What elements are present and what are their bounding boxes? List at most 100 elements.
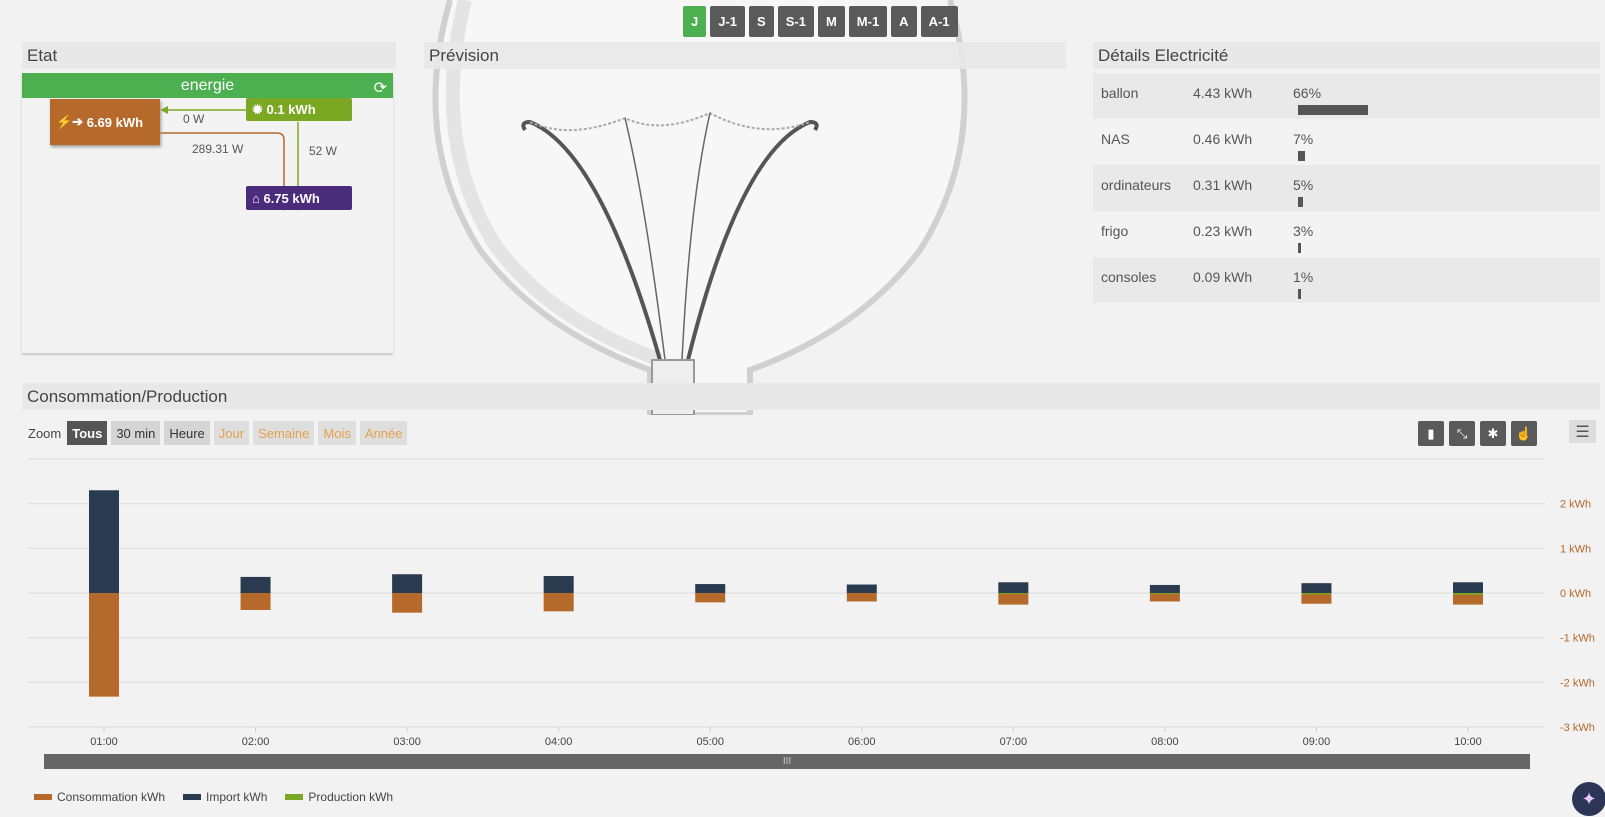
assistant-sparkle-icon[interactable]: ✦	[1572, 782, 1605, 816]
consommation-bar[interactable]	[846, 593, 877, 602]
zoom-button: Mois	[318, 421, 356, 445]
hand-pointer-icon[interactable]: ☝	[1511, 421, 1537, 446]
flow-solar-home-label: 52 W	[309, 144, 338, 158]
production-bar[interactable]	[1149, 593, 1180, 594]
period-selector: J J-1 S S-1 M M-1 A A-1	[683, 6, 958, 37]
chart-legend: Consommation kWh Import kWh Production kWh	[34, 790, 393, 804]
home-icon: ⌂	[252, 190, 264, 206]
detail-percent: 7%	[1293, 131, 1493, 161]
consommation-bar[interactable]	[240, 593, 271, 610]
detail-name: frigo	[1101, 223, 1129, 239]
consommation-bar[interactable]	[89, 593, 119, 697]
y-tick-label: -1 kWh	[1560, 633, 1595, 645]
solar-node: ✹ 0.1 kWh	[246, 98, 352, 121]
conso-production-chart: 2 kWh 1 kWh 0 kWh -1 kWh -2 kWh -3 kWh 01:00 02…	[28, 458, 1595, 748]
chart-navigator-scrollbar[interactable]: III	[44, 754, 1530, 769]
period-button-s[interactable]: S	[749, 6, 774, 37]
period-button-j-1[interactable]: J-1	[710, 6, 746, 37]
import-bar[interactable]	[695, 584, 726, 593]
consommation-bar[interactable]	[543, 593, 574, 612]
x-tick-label: 06:00	[848, 736, 876, 748]
detail-bar	[1298, 105, 1368, 115]
legend-item[interactable]: Consommation kWh	[34, 790, 165, 804]
detail-name: ordinateurs	[1101, 177, 1172, 193]
detail-percent-label: 1%	[1293, 269, 1314, 285]
detail-row: NAS 0.46 kWh 7%	[1093, 119, 1600, 165]
import-bar[interactable]	[543, 576, 574, 593]
consommation-bar[interactable]	[392, 593, 423, 613]
detail-percent-label: 5%	[1293, 177, 1314, 193]
period-button-s-1[interactable]: S-1	[777, 6, 814, 37]
conso-title: Consommation/Production	[22, 383, 1600, 410]
detail-name: NAS	[1101, 131, 1130, 147]
period-button-m-1[interactable]: M-1	[848, 6, 888, 37]
flow-solar-grid-label: 0 W	[183, 112, 205, 126]
period-button-a-1[interactable]: A-1	[920, 6, 958, 37]
y-tick-label: -2 kWh	[1560, 677, 1595, 689]
chart-tools: ▮ ⤡ ✱ ☝	[1418, 421, 1537, 446]
x-tick-label: 03:00	[393, 736, 421, 748]
bolt-arrow-icon: ⚡➔	[56, 114, 87, 129]
import-bar[interactable]	[998, 582, 1029, 593]
legend-item[interactable]: Import kWh	[183, 790, 267, 804]
legend-label: Production kWh	[308, 790, 394, 804]
collapse-icon[interactable]: ⤡	[1449, 421, 1475, 446]
detail-percent-label: 7%	[1293, 131, 1314, 147]
x-tick-label: 09:00	[1303, 736, 1331, 748]
home-node: ⌂ 6.75 kWh	[246, 186, 352, 210]
import-bar[interactable]	[846, 584, 877, 593]
consommation-bar[interactable]	[695, 593, 726, 603]
solar-node-value: 0.1 kWh	[266, 102, 316, 117]
legend-item[interactable]: Production kWh	[285, 790, 393, 804]
detail-row: ballon 4.43 kWh 66%	[1093, 73, 1600, 119]
scrollbar-handle[interactable]: III	[783, 756, 791, 767]
sun-icon: ✹	[252, 101, 267, 117]
detail-name: ballon	[1101, 85, 1139, 101]
x-tick-label: 08:00	[1151, 736, 1179, 748]
zoom-selector: Zoom Tous 30 min Heure Jour Semaine Mois Année	[28, 421, 408, 445]
y-tick-label: 1 kWh	[1560, 543, 1591, 555]
detail-value: 0.46 kWh	[1193, 131, 1253, 147]
zoom-button: Jour	[213, 421, 250, 445]
settings-icon[interactable]: ✱	[1480, 421, 1506, 446]
zoom-button[interactable]: 30 min	[111, 421, 161, 445]
legend-swatch	[285, 794, 304, 800]
zoom-button: Année	[359, 421, 408, 445]
detail-bar	[1298, 151, 1305, 161]
zoom-button[interactable]: Tous	[67, 421, 108, 445]
production-bar[interactable]	[998, 593, 1029, 594]
period-button-m[interactable]: M	[817, 6, 845, 37]
consommation-bar[interactable]	[998, 593, 1029, 605]
y-tick-label: 2 kWh	[1560, 499, 1591, 511]
import-bar[interactable]	[1301, 583, 1332, 593]
import-bar[interactable]	[240, 576, 271, 593]
energy-flow-header: energie ⟳	[22, 73, 393, 98]
consommation-bar[interactable]	[1149, 593, 1180, 602]
detail-percent: 1%	[1293, 269, 1493, 299]
import-bar[interactable]	[1453, 582, 1483, 593]
import-bar[interactable]	[1149, 584, 1180, 593]
flow-grid-home-label: 289.31 W	[192, 142, 244, 156]
import-bar[interactable]	[392, 574, 423, 593]
legend-swatch	[183, 794, 202, 800]
consommation-bar[interactable]	[1301, 593, 1332, 604]
detail-percent-label: 3%	[1293, 223, 1314, 239]
home-node-value: 6.75 kWh	[263, 190, 320, 206]
detail-percent: 5%	[1293, 177, 1493, 207]
production-bar[interactable]	[1301, 593, 1332, 595]
zoom-button[interactable]: Heure	[164, 421, 210, 445]
production-bar[interactable]	[1453, 593, 1483, 595]
detail-percent: 66%	[1293, 85, 1493, 115]
grid-node: ⚡➔ 6.69 kWh	[50, 99, 160, 145]
legend-label: Consommation kWh	[57, 790, 166, 804]
detail-percent: 3%	[1293, 223, 1493, 253]
details-table: ballon 4.43 kWh 66% NAS 0.46 kWh 7% ordinateur…	[1093, 73, 1600, 303]
x-tick-label: 01:00	[90, 736, 118, 748]
chart-menu-icon[interactable]: ☰	[1569, 420, 1596, 443]
document-icon[interactable]: ▮	[1418, 421, 1444, 446]
legend-swatch	[34, 794, 52, 800]
period-button-j[interactable]: J	[683, 6, 707, 37]
import-bar[interactable]	[89, 490, 119, 593]
x-tick-label: 10:00	[1454, 736, 1482, 748]
period-button-a[interactable]: A	[891, 6, 917, 37]
